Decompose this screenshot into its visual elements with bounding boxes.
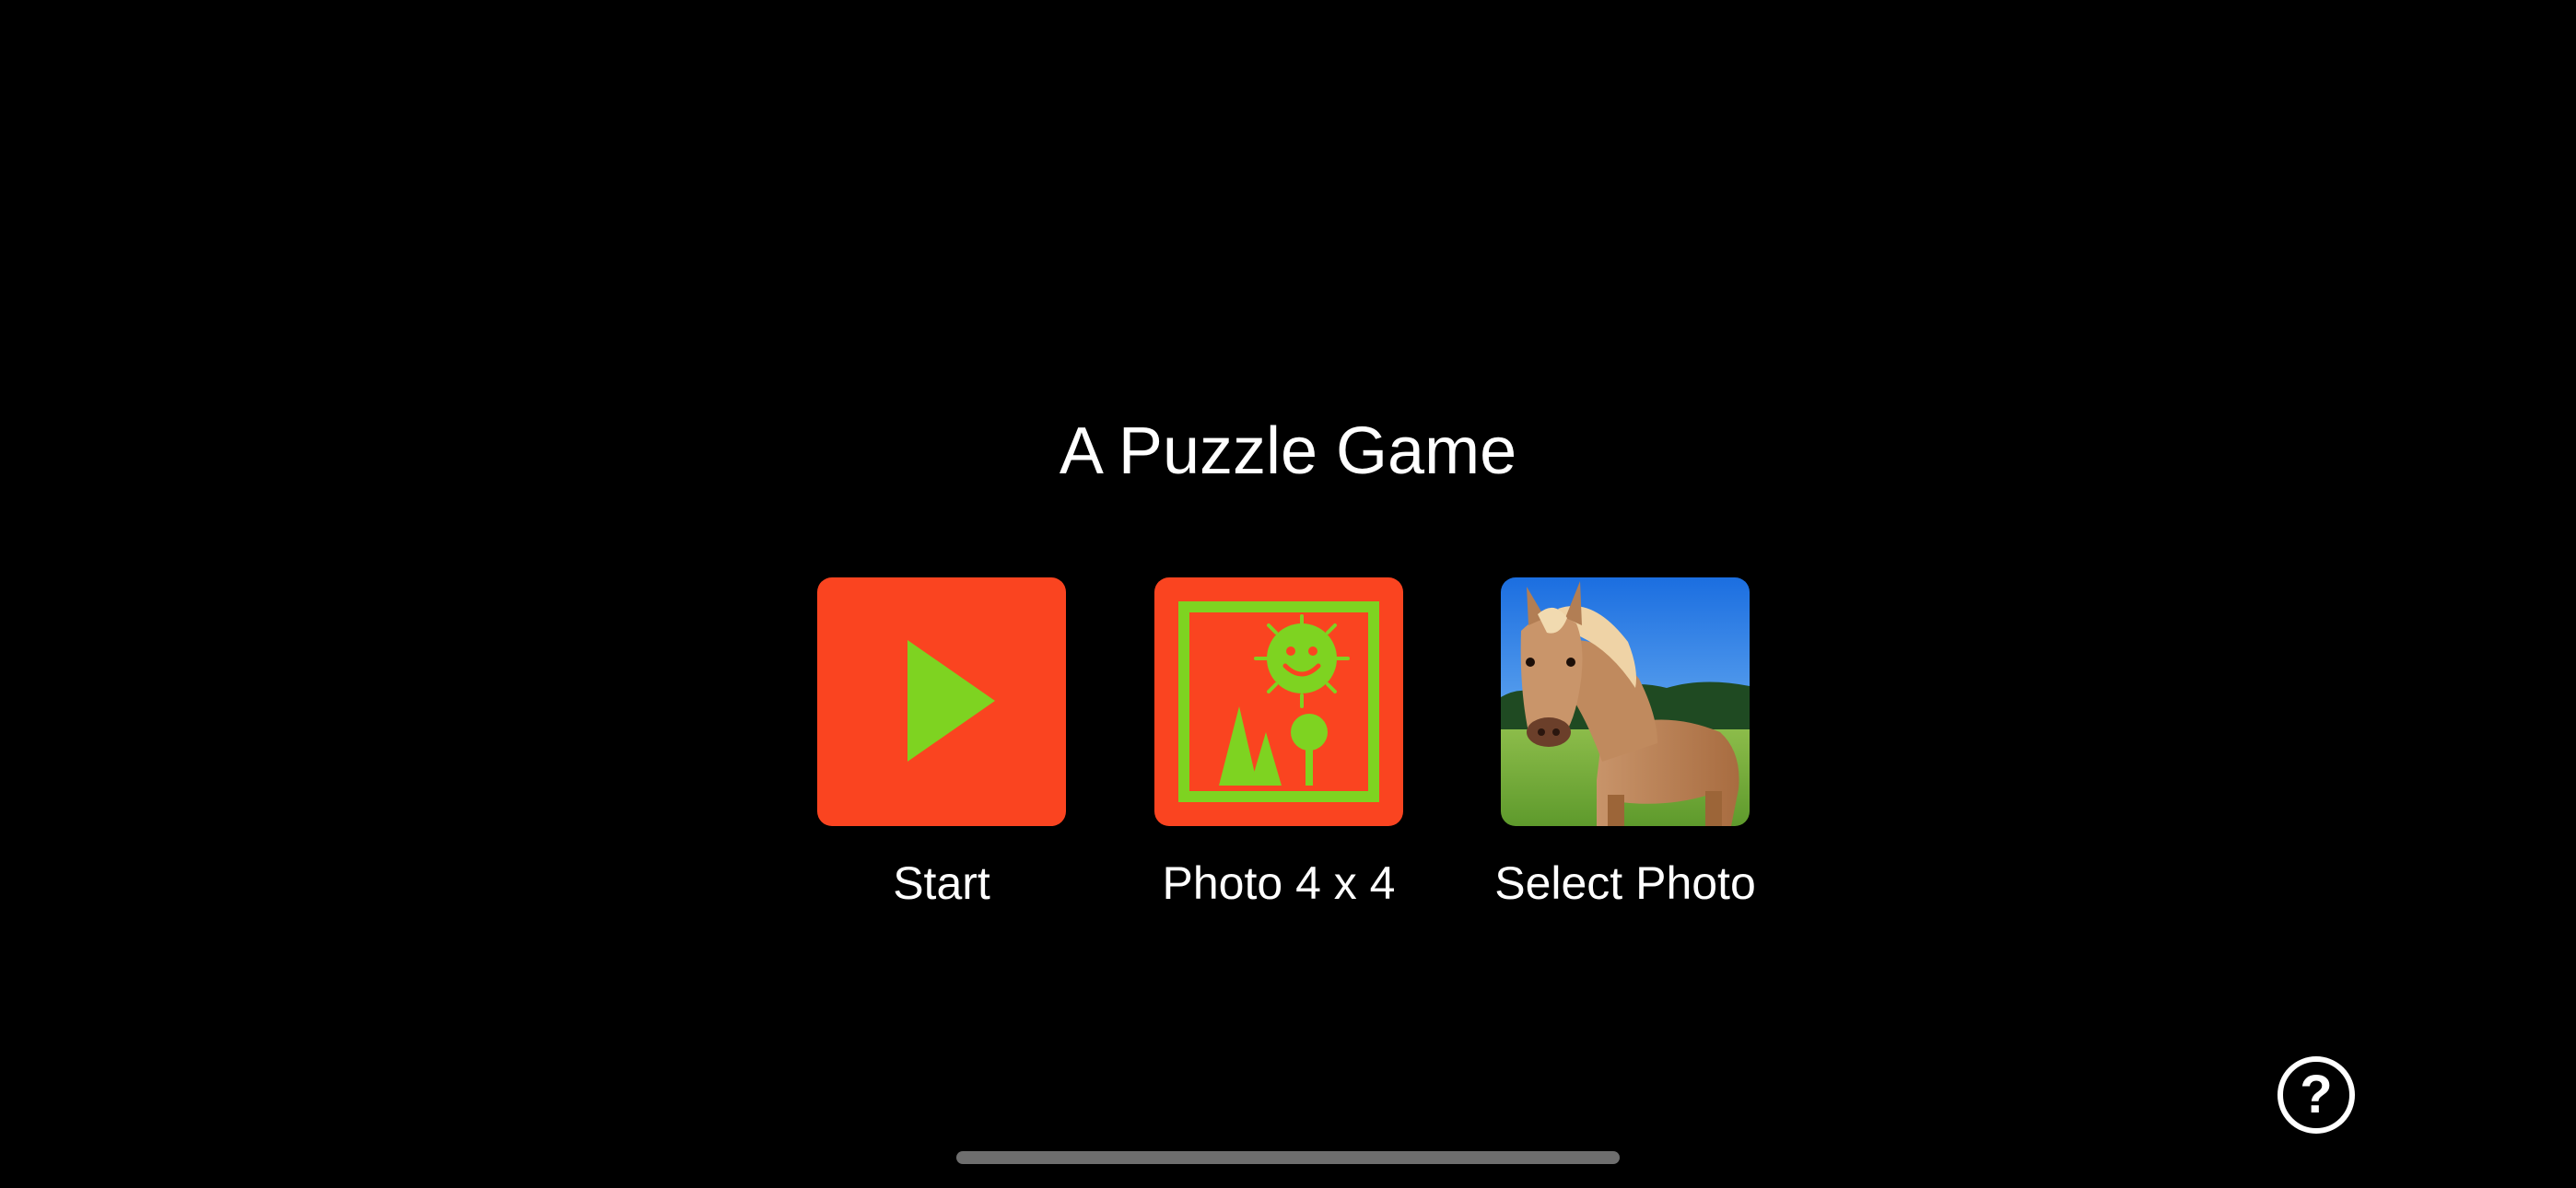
photo-4x4-label[interactable]: Photo 4 x 4 [1085, 851, 1472, 915]
photo-4x4-button[interactable] [1154, 577, 1403, 826]
question-mark-icon: ? [2300, 1065, 2333, 1124]
game-title: A Puzzle Game [1059, 414, 1517, 488]
help-button[interactable]: ? [2277, 1056, 2355, 1134]
play-icon [817, 577, 1066, 826]
home-indicator[interactable] [956, 1151, 1620, 1164]
horse-photo-thumbnail [1501, 577, 1750, 826]
start-button[interactable] [817, 577, 1066, 826]
main-menu-screen: A Puzzle Game Start Photo 4 x 4 Select P… [0, 0, 2576, 1188]
select-photo-label[interactable]: Select Photo [1432, 851, 1819, 915]
photo-puzzle-icon [1154, 577, 1403, 826]
select-photo-button[interactable] [1501, 577, 1750, 826]
start-label[interactable]: Start [748, 851, 1135, 915]
